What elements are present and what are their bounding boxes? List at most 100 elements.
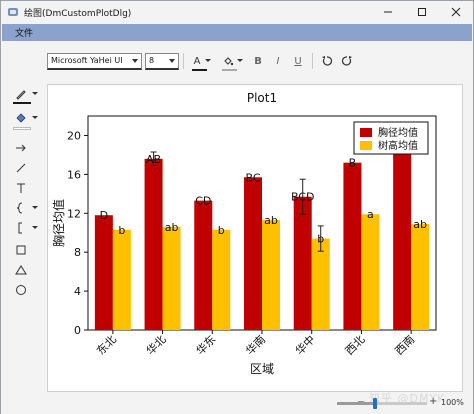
x-tick-label: 华北 (143, 332, 168, 357)
significance-label: b (218, 224, 225, 237)
x-axis-label: 区域 (250, 362, 274, 376)
close-button[interactable] (439, 1, 473, 23)
chart-title: Plot1 (247, 91, 277, 105)
fill-color-button[interactable] (218, 51, 248, 71)
legend-label: 胸径均值 (378, 126, 418, 139)
bracket-tool-button[interactable] (7, 219, 43, 237)
significance-label: b (317, 233, 324, 246)
rectangle-icon (16, 245, 26, 255)
text-tool-button[interactable] (7, 179, 43, 197)
significance-label: a (367, 208, 374, 221)
significance-label: BC (245, 171, 260, 184)
zoom-slider-fill (337, 402, 373, 405)
x-tick-label: 华南 (243, 332, 268, 357)
legend-label: 树高均值 (378, 139, 418, 152)
chevron-down-icon (32, 92, 38, 95)
pen-tool-button[interactable] (7, 85, 43, 103)
rectangle-tool-button[interactable] (7, 241, 43, 259)
toolbar-divider (183, 53, 184, 69)
zoom-in-button[interactable]: + (429, 396, 437, 407)
bar-height (112, 229, 131, 330)
arrow-tool-button[interactable] (7, 139, 43, 157)
bar-dbh (393, 137, 412, 330)
font-color-button[interactable]: A (188, 51, 218, 71)
font-color-swatch (192, 69, 207, 71)
paint-bucket-icon (16, 113, 26, 123)
bar-height (361, 214, 380, 330)
bar-dbh (244, 177, 262, 330)
significance-label: BCD (291, 191, 315, 204)
chevron-down-icon (205, 59, 212, 62)
rotate-right-icon (341, 56, 352, 66)
bold-button[interactable]: B (248, 51, 268, 71)
x-tick-label: 东北 (94, 333, 119, 358)
bar-height (311, 238, 330, 330)
chevron-down-icon (132, 58, 138, 63)
bar-height (262, 220, 280, 330)
rotate-left-icon (322, 56, 333, 66)
paint-bucket-icon (224, 57, 234, 66)
font-size-select[interactable]: 8 (145, 52, 179, 70)
bar-dbh (343, 162, 362, 330)
fill-color-swatch (222, 69, 237, 71)
chevron-down-icon (169, 58, 175, 63)
line-tool-button[interactable] (7, 159, 43, 177)
app-icon (8, 8, 18, 16)
undo-button[interactable] (317, 51, 337, 71)
ellipse-tool-button[interactable] (7, 281, 43, 299)
maximize-button[interactable] (405, 1, 439, 23)
font-size-value: 8 (149, 56, 155, 65)
text-cursor-icon (17, 183, 25, 193)
plot-canvas[interactable]: Plot1 0 4 8 12 16 20 胸径均值 东北 Db 华北 AB ab 华东 CD b 华南 BC ab 华… (47, 84, 463, 392)
significance-label: CD (195, 195, 211, 208)
font-color-label: A (193, 55, 201, 67)
bar-dbh (194, 200, 213, 330)
triangle-tool-button[interactable] (7, 261, 43, 279)
triangle-icon (15, 265, 27, 275)
underline-button[interactable]: U (288, 51, 308, 71)
significance-label: D (100, 209, 108, 222)
fill-tool-button[interactable] (7, 109, 43, 127)
chevron-down-icon (32, 206, 38, 209)
font-name-select[interactable]: Microsoft YaHei UI (47, 52, 142, 70)
significance-label: B (349, 157, 357, 170)
bar-height (411, 223, 430, 330)
maximize-icon (418, 8, 426, 16)
app-window: 绘图(DmCustomPlotDlg) 文件 Microsoft YaHei U… (0, 0, 474, 414)
chevron-down-icon (32, 226, 38, 229)
bar-dbh (293, 196, 312, 330)
toolbar-divider (312, 53, 313, 69)
zoom-slider-thumb[interactable] (373, 398, 377, 409)
bracket-icon (18, 222, 22, 234)
significance-label: b (118, 224, 125, 237)
circle-icon (16, 285, 26, 295)
zoom-slider[interactable] (337, 402, 427, 405)
x-tick-label: 华中 (292, 332, 317, 357)
brace-icon (16, 202, 23, 214)
x-tick-label: 西北 (343, 333, 368, 358)
y-tick-label: 0 (74, 324, 81, 337)
minimize-icon (384, 11, 392, 13)
pen-color-swatch (13, 102, 31, 104)
x-tick-label: 华东 (193, 332, 218, 357)
y-tick-label: 8 (74, 246, 81, 259)
redo-button[interactable] (337, 51, 357, 71)
significance-label: ab (165, 221, 179, 234)
brace-tool-button[interactable] (7, 199, 43, 217)
legend-swatch (360, 141, 372, 150)
y-tick-label: 16 (67, 168, 81, 181)
pen-icon (16, 90, 26, 100)
chevron-down-icon (32, 116, 38, 119)
menu-bar: 文件 (2, 24, 472, 41)
y-tick-label: 4 (74, 285, 81, 298)
format-toolbar: Microsoft YaHei UI 8 A B I U (47, 49, 357, 73)
drawing-tools-sidebar (7, 85, 43, 393)
menu-file[interactable]: 文件 (15, 26, 33, 39)
italic-button[interactable]: I (268, 51, 288, 71)
close-icon (451, 7, 461, 17)
chevron-down-icon (237, 59, 243, 62)
minimize-button[interactable] (371, 1, 405, 23)
fill-color-swatch (13, 127, 31, 130)
title-bar: 绘图(DmCustomPlotDlg) (1, 1, 473, 23)
bar-dbh (94, 215, 113, 330)
